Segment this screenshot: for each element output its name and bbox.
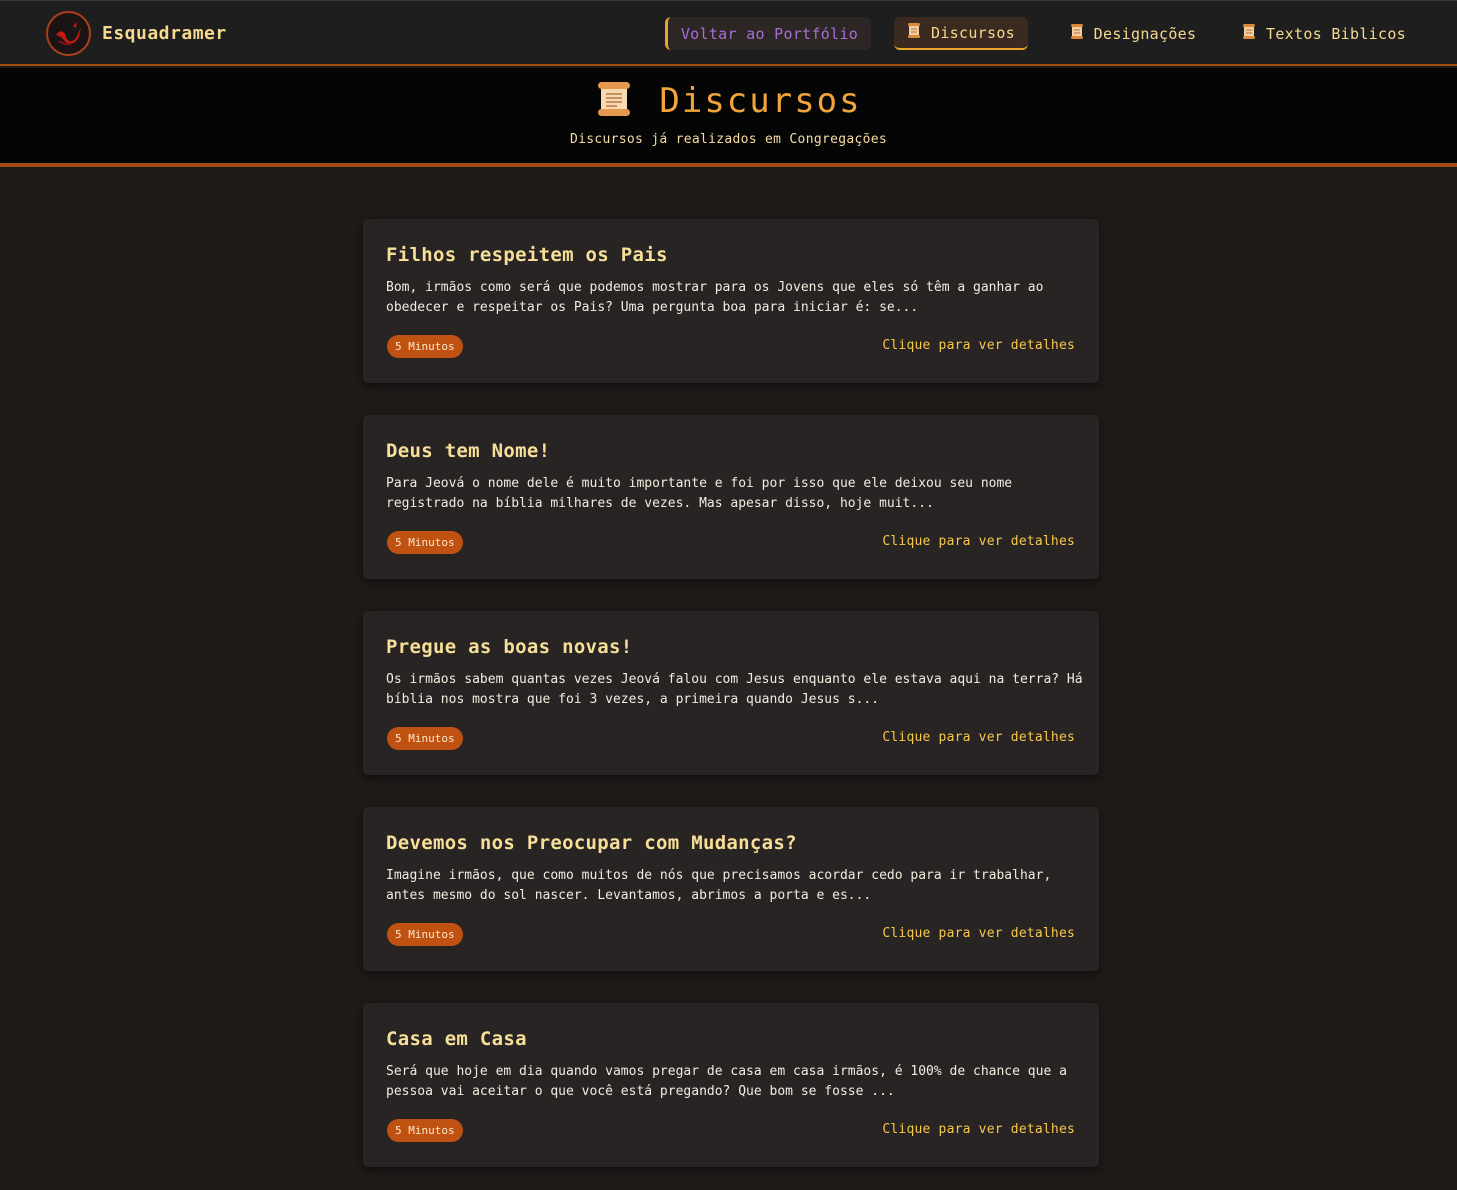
details-link[interactable]: Clique para ver detalhes [882, 534, 1075, 549]
scroll-icon [1242, 23, 1256, 44]
card-title: Pregue as boas novas! [386, 636, 633, 658]
duration-badge: 5 Minutos [387, 727, 463, 750]
nav-discursos[interactable]: Discursos [894, 17, 1028, 50]
discurso-card[interactable]: Filhos respeitem os Pais Bom, irmãos com… [363, 219, 1099, 383]
details-link[interactable]: Clique para ver detalhes [882, 926, 1075, 941]
brand[interactable]: Esquadramer [46, 11, 227, 56]
details-link[interactable]: Clique para ver detalhes [882, 730, 1075, 745]
scroll-icon [1070, 23, 1084, 44]
card-title: Filhos respeitem os Pais [386, 244, 668, 266]
discurso-card[interactable]: Pregue as boas novas! Os irmãos sabem qu… [363, 611, 1099, 775]
duration-badge: 5 Minutos [387, 531, 463, 554]
page-title: Discursos [659, 81, 862, 121]
dragon-logo-icon [46, 11, 91, 56]
nav-designacoes[interactable]: Designações [1058, 17, 1208, 50]
back-to-portfolio-button[interactable]: Voltar ao Portfólio [665, 17, 871, 50]
scroll-icon [907, 22, 921, 43]
discurso-card[interactable]: Deus tem Nome! Para Jeová o nome dele é … [363, 415, 1099, 579]
details-link[interactable]: Clique para ver detalhes [882, 338, 1075, 353]
duration-badge: 5 Minutos [387, 335, 463, 358]
card-excerpt: Será que hoje em dia quando vamos pregar… [386, 1064, 1067, 1099]
discurso-card[interactable]: Casa em Casa Será que hoje em dia quando… [363, 1003, 1099, 1167]
nav-textos-biblicos[interactable]: Textos Biblicos [1232, 17, 1416, 50]
page-title-row: Discursos [0, 80, 1457, 122]
discurso-card[interactable]: Devemos nos Preocupar com Mudanças? Imag… [363, 807, 1099, 971]
details-link[interactable]: Clique para ver detalhes [882, 1122, 1075, 1137]
card-excerpt: Os irmãos sabem quantas vezes Jeová falo… [386, 672, 1083, 707]
nav-label: Designações [1093, 24, 1197, 43]
card-title: Devemos nos Preocupar com Mudanças? [386, 832, 797, 854]
card-excerpt: Para Jeová o nome dele é muito important… [386, 476, 1013, 511]
card-excerpt: Bom, irmãos como será que podemos mostra… [386, 280, 1044, 315]
card-title: Casa em Casa [386, 1028, 527, 1050]
duration-badge: 5 Minutos [387, 1119, 463, 1142]
brand-name: Esquadramer [102, 23, 227, 44]
top-navbar: Esquadramer Voltar ao Portfólio Discurso… [0, 0, 1457, 66]
nav-label: Discursos [931, 23, 1015, 42]
scroll-icon [595, 80, 633, 122]
nav-label: Textos Biblicos [1266, 24, 1406, 43]
card-excerpt: Imagine irmãos, que como muitos de nós q… [386, 868, 1052, 903]
page-subtitle: Discursos já realizados em Congregações [570, 132, 887, 147]
card-title: Deus tem Nome! [386, 440, 551, 462]
duration-badge: 5 Minutos [387, 923, 463, 946]
page-header: Discursos Discursos já realizados em Con… [0, 68, 1457, 167]
